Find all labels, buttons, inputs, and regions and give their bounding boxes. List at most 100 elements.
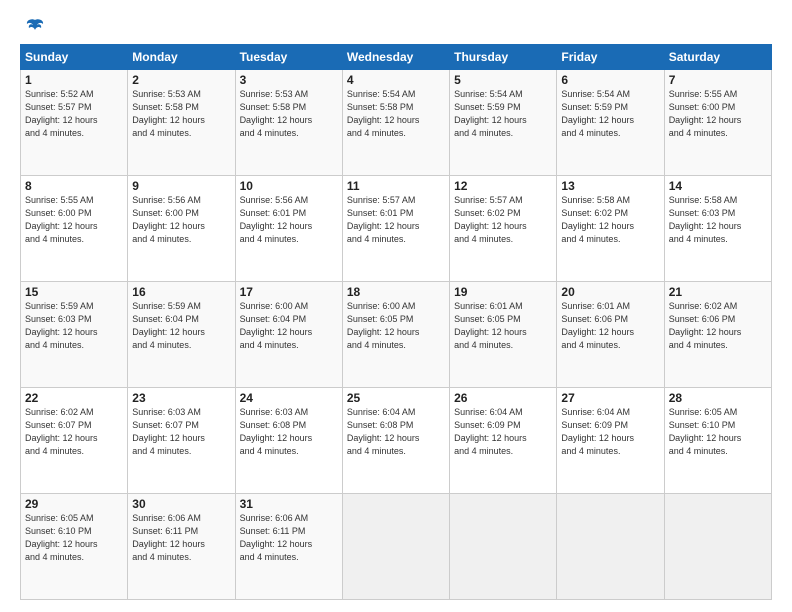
day-info: Sunrise: 6:03 AM Sunset: 6:07 PM Dayligh… xyxy=(132,406,230,458)
calendar-cell: 27Sunrise: 6:04 AM Sunset: 6:09 PM Dayli… xyxy=(557,388,664,494)
calendar-cell: 12Sunrise: 5:57 AM Sunset: 6:02 PM Dayli… xyxy=(450,176,557,282)
day-number: 25 xyxy=(347,391,445,405)
day-info: Sunrise: 6:06 AM Sunset: 6:11 PM Dayligh… xyxy=(240,512,338,564)
day-info: Sunrise: 6:00 AM Sunset: 6:05 PM Dayligh… xyxy=(347,300,445,352)
day-number: 9 xyxy=(132,179,230,193)
calendar-cell: 20Sunrise: 6:01 AM Sunset: 6:06 PM Dayli… xyxy=(557,282,664,388)
day-number: 30 xyxy=(132,497,230,511)
calendar-cell: 28Sunrise: 6:05 AM Sunset: 6:10 PM Dayli… xyxy=(664,388,771,494)
day-number: 11 xyxy=(347,179,445,193)
day-info: Sunrise: 5:56 AM Sunset: 6:01 PM Dayligh… xyxy=(240,194,338,246)
page: SundayMondayTuesdayWednesdayThursdayFrid… xyxy=(0,0,792,612)
day-info: Sunrise: 5:58 AM Sunset: 6:03 PM Dayligh… xyxy=(669,194,767,246)
day-info: Sunrise: 6:00 AM Sunset: 6:04 PM Dayligh… xyxy=(240,300,338,352)
calendar-table: SundayMondayTuesdayWednesdayThursdayFrid… xyxy=(20,44,772,600)
logo-bird-icon xyxy=(24,16,46,38)
calendar-cell xyxy=(664,494,771,600)
day-number: 21 xyxy=(669,285,767,299)
day-info: Sunrise: 5:57 AM Sunset: 6:01 PM Dayligh… xyxy=(347,194,445,246)
day-info: Sunrise: 5:56 AM Sunset: 6:00 PM Dayligh… xyxy=(132,194,230,246)
day-info: Sunrise: 5:59 AM Sunset: 6:04 PM Dayligh… xyxy=(132,300,230,352)
day-number: 1 xyxy=(25,73,123,87)
day-number: 4 xyxy=(347,73,445,87)
calendar-header-monday: Monday xyxy=(128,45,235,70)
day-info: Sunrise: 6:03 AM Sunset: 6:08 PM Dayligh… xyxy=(240,406,338,458)
calendar-cell: 5Sunrise: 5:54 AM Sunset: 5:59 PM Daylig… xyxy=(450,70,557,176)
calendar-cell: 26Sunrise: 6:04 AM Sunset: 6:09 PM Dayli… xyxy=(450,388,557,494)
calendar-cell xyxy=(557,494,664,600)
day-number: 24 xyxy=(240,391,338,405)
day-info: Sunrise: 5:55 AM Sunset: 6:00 PM Dayligh… xyxy=(669,88,767,140)
day-info: Sunrise: 5:57 AM Sunset: 6:02 PM Dayligh… xyxy=(454,194,552,246)
day-number: 28 xyxy=(669,391,767,405)
calendar-week-row: 8Sunrise: 5:55 AM Sunset: 6:00 PM Daylig… xyxy=(21,176,772,282)
calendar-cell xyxy=(342,494,449,600)
day-number: 12 xyxy=(454,179,552,193)
day-number: 8 xyxy=(25,179,123,193)
day-number: 5 xyxy=(454,73,552,87)
calendar-cell: 6Sunrise: 5:54 AM Sunset: 5:59 PM Daylig… xyxy=(557,70,664,176)
day-number: 16 xyxy=(132,285,230,299)
calendar-cell: 29Sunrise: 6:05 AM Sunset: 6:10 PM Dayli… xyxy=(21,494,128,600)
calendar-header-wednesday: Wednesday xyxy=(342,45,449,70)
header xyxy=(20,16,772,38)
day-number: 29 xyxy=(25,497,123,511)
day-number: 22 xyxy=(25,391,123,405)
day-number: 10 xyxy=(240,179,338,193)
calendar-cell: 30Sunrise: 6:06 AM Sunset: 6:11 PM Dayli… xyxy=(128,494,235,600)
calendar-cell: 9Sunrise: 5:56 AM Sunset: 6:00 PM Daylig… xyxy=(128,176,235,282)
day-number: 14 xyxy=(669,179,767,193)
calendar-cell: 14Sunrise: 5:58 AM Sunset: 6:03 PM Dayli… xyxy=(664,176,771,282)
calendar-cell: 4Sunrise: 5:54 AM Sunset: 5:58 PM Daylig… xyxy=(342,70,449,176)
calendar-cell: 16Sunrise: 5:59 AM Sunset: 6:04 PM Dayli… xyxy=(128,282,235,388)
calendar-cell: 17Sunrise: 6:00 AM Sunset: 6:04 PM Dayli… xyxy=(235,282,342,388)
day-info: Sunrise: 5:52 AM Sunset: 5:57 PM Dayligh… xyxy=(25,88,123,140)
day-number: 2 xyxy=(132,73,230,87)
calendar-cell: 22Sunrise: 6:02 AM Sunset: 6:07 PM Dayli… xyxy=(21,388,128,494)
calendar-cell: 11Sunrise: 5:57 AM Sunset: 6:01 PM Dayli… xyxy=(342,176,449,282)
day-info: Sunrise: 5:58 AM Sunset: 6:02 PM Dayligh… xyxy=(561,194,659,246)
day-info: Sunrise: 6:04 AM Sunset: 6:09 PM Dayligh… xyxy=(454,406,552,458)
day-info: Sunrise: 6:04 AM Sunset: 6:08 PM Dayligh… xyxy=(347,406,445,458)
day-number: 26 xyxy=(454,391,552,405)
day-info: Sunrise: 5:53 AM Sunset: 5:58 PM Dayligh… xyxy=(240,88,338,140)
day-info: Sunrise: 6:04 AM Sunset: 6:09 PM Dayligh… xyxy=(561,406,659,458)
calendar-week-row: 22Sunrise: 6:02 AM Sunset: 6:07 PM Dayli… xyxy=(21,388,772,494)
calendar-header-tuesday: Tuesday xyxy=(235,45,342,70)
calendar-header-row: SundayMondayTuesdayWednesdayThursdayFrid… xyxy=(21,45,772,70)
day-info: Sunrise: 5:53 AM Sunset: 5:58 PM Dayligh… xyxy=(132,88,230,140)
calendar-cell xyxy=(450,494,557,600)
calendar-week-row: 29Sunrise: 6:05 AM Sunset: 6:10 PM Dayli… xyxy=(21,494,772,600)
calendar-body: 1Sunrise: 5:52 AM Sunset: 5:57 PM Daylig… xyxy=(21,70,772,600)
day-number: 15 xyxy=(25,285,123,299)
day-info: Sunrise: 5:54 AM Sunset: 5:58 PM Dayligh… xyxy=(347,88,445,140)
day-number: 18 xyxy=(347,285,445,299)
day-number: 20 xyxy=(561,285,659,299)
day-info: Sunrise: 5:54 AM Sunset: 5:59 PM Dayligh… xyxy=(561,88,659,140)
day-info: Sunrise: 6:02 AM Sunset: 6:07 PM Dayligh… xyxy=(25,406,123,458)
day-info: Sunrise: 5:55 AM Sunset: 6:00 PM Dayligh… xyxy=(25,194,123,246)
calendar-cell: 21Sunrise: 6:02 AM Sunset: 6:06 PM Dayli… xyxy=(664,282,771,388)
calendar-header-friday: Friday xyxy=(557,45,664,70)
calendar-cell: 10Sunrise: 5:56 AM Sunset: 6:01 PM Dayli… xyxy=(235,176,342,282)
day-info: Sunrise: 6:05 AM Sunset: 6:10 PM Dayligh… xyxy=(669,406,767,458)
calendar-cell: 18Sunrise: 6:00 AM Sunset: 6:05 PM Dayli… xyxy=(342,282,449,388)
day-info: Sunrise: 6:02 AM Sunset: 6:06 PM Dayligh… xyxy=(669,300,767,352)
day-info: Sunrise: 6:01 AM Sunset: 6:06 PM Dayligh… xyxy=(561,300,659,352)
logo xyxy=(20,16,46,38)
calendar-cell: 2Sunrise: 5:53 AM Sunset: 5:58 PM Daylig… xyxy=(128,70,235,176)
calendar-cell: 19Sunrise: 6:01 AM Sunset: 6:05 PM Dayli… xyxy=(450,282,557,388)
calendar-cell: 7Sunrise: 5:55 AM Sunset: 6:00 PM Daylig… xyxy=(664,70,771,176)
calendar-cell: 23Sunrise: 6:03 AM Sunset: 6:07 PM Dayli… xyxy=(128,388,235,494)
day-number: 27 xyxy=(561,391,659,405)
calendar-cell: 31Sunrise: 6:06 AM Sunset: 6:11 PM Dayli… xyxy=(235,494,342,600)
calendar-cell: 15Sunrise: 5:59 AM Sunset: 6:03 PM Dayli… xyxy=(21,282,128,388)
day-number: 3 xyxy=(240,73,338,87)
calendar-cell: 25Sunrise: 6:04 AM Sunset: 6:08 PM Dayli… xyxy=(342,388,449,494)
day-number: 13 xyxy=(561,179,659,193)
day-number: 23 xyxy=(132,391,230,405)
day-number: 17 xyxy=(240,285,338,299)
calendar-header-saturday: Saturday xyxy=(664,45,771,70)
day-info: Sunrise: 6:05 AM Sunset: 6:10 PM Dayligh… xyxy=(25,512,123,564)
calendar-cell: 24Sunrise: 6:03 AM Sunset: 6:08 PM Dayli… xyxy=(235,388,342,494)
